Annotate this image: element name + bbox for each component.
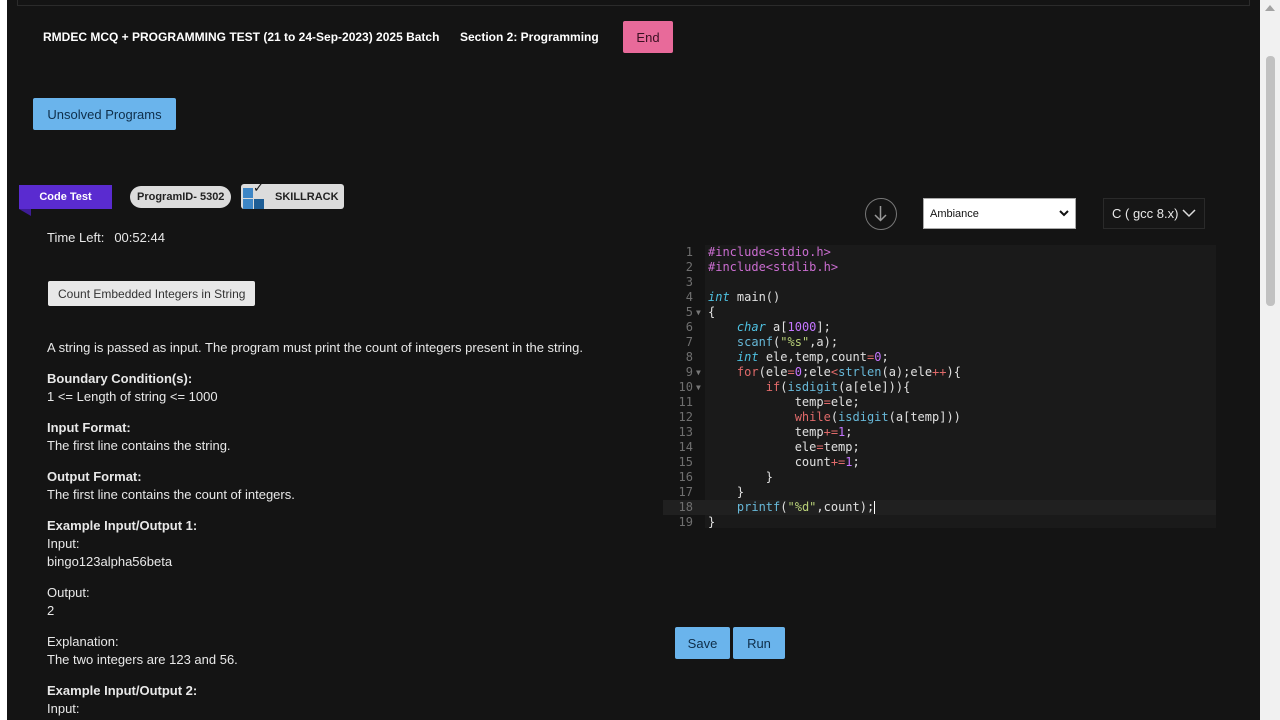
example2-input-label: Input: xyxy=(47,701,80,716)
code-line[interactable]: 12 while(isdigit(a[temp])) xyxy=(663,410,1216,425)
end-test-button[interactable]: End xyxy=(623,21,673,53)
code-editor[interactable]: 1 #include<stdio.h> 2 #include<stdlib.h> 3… xyxy=(663,245,1216,528)
skillrack-logo-icon: ✓ xyxy=(241,180,267,209)
code-line[interactable]: 4 int main() xyxy=(663,290,1216,305)
chevron-down-icon xyxy=(1182,206,1196,221)
output-format-text: The first line contains the count of int… xyxy=(47,487,295,502)
page-scrollbar[interactable] xyxy=(1260,0,1280,720)
code-line[interactable]: 2 #include<stdlib.h> xyxy=(663,260,1216,275)
save-button[interactable]: Save xyxy=(675,627,730,659)
example2-heading: Example Input/Output 2: xyxy=(47,683,198,698)
example1-input-label: Input: xyxy=(47,536,80,551)
theme-select[interactable]: Ambiance xyxy=(923,198,1076,229)
boundary-text: 1 <= Length of string <= 1000 xyxy=(47,389,218,404)
code-line[interactable]: 19} xyxy=(663,515,1216,528)
boundary-heading: Boundary Condition(s): xyxy=(47,371,193,386)
problem-statement: A string is passed as input. The program… xyxy=(47,340,583,355)
scrollbar-thumb[interactable] xyxy=(1266,56,1275,306)
example1-heading: Example Input/Output 1: xyxy=(47,518,198,533)
code-line[interactable]: 15 count+=1; xyxy=(663,455,1216,470)
code-line[interactable]: 3 xyxy=(663,275,1216,290)
code-line[interactable]: 5 ▼{ xyxy=(663,305,1216,320)
code-line[interactable]: 14 ele=temp; xyxy=(663,440,1216,455)
code-line[interactable]: 17 } xyxy=(663,485,1216,500)
code-line[interactable]: 13 temp+=1; xyxy=(663,425,1216,440)
code-line[interactable]: 6 char a[1000]; xyxy=(663,320,1216,335)
code-line[interactable]: 11 temp=ele; xyxy=(663,395,1216,410)
app-viewport: RMDEC MCQ + PROGRAMMING TEST (21 to 24-S… xyxy=(7,0,1260,720)
skillrack-badge: ✓ SKILLRACK xyxy=(241,180,344,209)
header-frame xyxy=(17,0,1250,6)
problem-title: Count Embedded Integers in String xyxy=(48,281,256,306)
code-line[interactable]: 16 } xyxy=(663,470,1216,485)
input-format-text: The first line contains the string. xyxy=(47,438,231,453)
arrow-down-circle-icon[interactable] xyxy=(865,198,897,230)
text-cursor xyxy=(874,501,876,514)
code-line-active[interactable]: 18 printf("%d",count); xyxy=(663,500,1216,515)
example1-output: 2 xyxy=(47,603,55,618)
explanation-text: The two integers are 123 and 56. xyxy=(47,652,238,667)
scroll-up-arrow-icon[interactable] xyxy=(1265,5,1275,11)
program-id-badge: ProgramID- 5302 xyxy=(130,186,232,208)
time-left-label: Time Left: xyxy=(47,230,105,245)
test-title: RMDEC MCQ + PROGRAMMING TEST (21 to 24-S… xyxy=(43,30,440,44)
chevron-down-icon xyxy=(1059,208,1069,220)
code-line[interactable]: 7 scanf("%s",a); xyxy=(663,335,1216,350)
section-title: Section 2: Programming xyxy=(460,30,599,44)
unsolved-programs-button[interactable]: Unsolved Programs xyxy=(33,98,176,130)
code-test-ribbon: Code Test xyxy=(19,185,112,209)
input-format-heading: Input Format: xyxy=(47,420,131,435)
time-left-value: 00:52:44 xyxy=(114,230,165,245)
example1-input: bingo123alpha56beta xyxy=(47,554,173,569)
language-select[interactable]: C ( gcc 8.x) xyxy=(1103,198,1205,229)
run-button[interactable]: Run xyxy=(733,627,785,659)
skillrack-label: SKILLRACK xyxy=(275,190,339,203)
problem-description: A string is passed as input. The program… xyxy=(47,339,627,718)
theme-select-value: Ambiance xyxy=(930,207,979,220)
output-format-heading: Output Format: xyxy=(47,469,142,484)
explanation-label: Explanation: xyxy=(47,634,119,649)
language-select-value: C ( gcc 8.x) xyxy=(1112,206,1179,221)
code-line[interactable]: 9 ▼ for(ele=0;ele<strlen(a);ele++){ xyxy=(663,365,1216,380)
ribbon-tail xyxy=(19,209,31,216)
code-line[interactable]: 1 #include<stdio.h> xyxy=(663,245,1216,260)
code-line[interactable]: 10 ▼ if(isdigit(a[ele])){ xyxy=(663,380,1216,395)
example1-output-label: Output: xyxy=(47,585,90,600)
code-line[interactable]: 8 int ele,temp,count=0; xyxy=(663,350,1216,365)
time-left: Time Left: 00:52:44 xyxy=(47,230,165,245)
